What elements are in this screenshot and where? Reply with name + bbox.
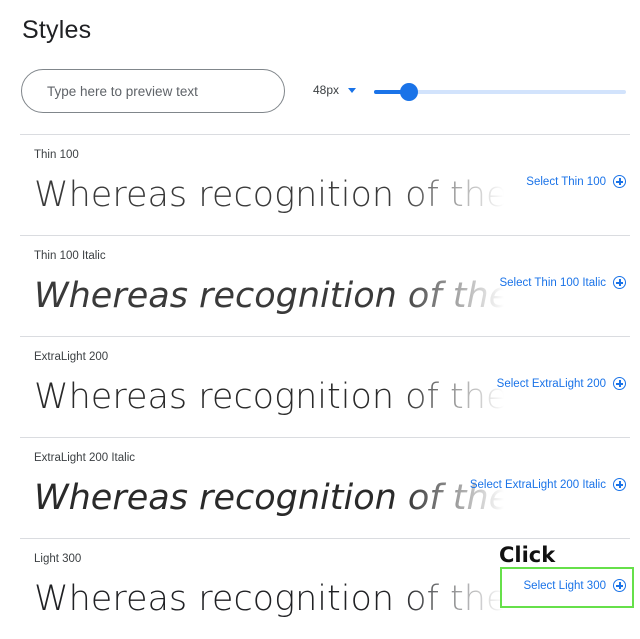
font-size-slider[interactable] <box>374 82 626 102</box>
select-light-300-button[interactable]: Select Light 300 <box>524 579 626 592</box>
style-label: Thin 100 <box>34 149 79 161</box>
style-preview: Whereas recognition of the inherent dign… <box>34 579 504 619</box>
select-thin-100-button[interactable]: Select Thin 100 <box>526 175 626 188</box>
style-preview: Whereas recognition of the inherent dign… <box>34 377 504 417</box>
style-row-extralight-200: ExtraLight 200 Whereas recognition of th… <box>20 337 630 437</box>
style-label: Light 300 <box>34 553 82 565</box>
select-extralight-200-italic-button[interactable]: Select ExtraLight 200 Italic <box>470 478 626 491</box>
select-thin-100-italic-button[interactable]: Select Thin 100 Italic <box>499 276 626 289</box>
add-circle-icon <box>613 478 626 491</box>
add-circle-icon <box>613 579 626 592</box>
add-circle-icon <box>613 377 626 390</box>
style-row-thin-100: Thin 100 Whereas recognition of the inhe… <box>20 135 630 235</box>
select-button-label: Select ExtraLight 200 Italic <box>469 478 606 491</box>
select-extralight-200-button[interactable]: Select ExtraLight 200 <box>497 377 626 390</box>
style-preview: Whereas recognition of the inherent dign… <box>34 276 504 316</box>
font-size-value: 48px <box>313 83 340 97</box>
caret-down-icon <box>348 87 357 93</box>
style-label: ExtraLight 200 Italic <box>34 452 136 464</box>
style-row-thin-100-italic: Thin 100 Italic Whereas recognition of t… <box>20 236 630 336</box>
click-annotation-label: Click <box>499 543 556 567</box>
style-label: ExtraLight 200 <box>34 351 109 363</box>
style-row-extralight-200-italic: ExtraLight 200 Italic Whereas recognitio… <box>20 438 630 538</box>
select-button-label: Select Thin 100 <box>526 175 606 188</box>
style-preview: Whereas recognition of the inherent dign… <box>34 175 504 215</box>
add-circle-icon <box>613 175 626 188</box>
style-label: Thin 100 Italic <box>34 250 106 262</box>
select-button-label: Select ExtraLight 200 <box>496 377 606 390</box>
slider-thumb[interactable] <box>400 83 419 101</box>
select-button-label: Select Light 300 <box>523 579 606 592</box>
style-preview: Whereas recognition of the inherent dign… <box>34 478 504 518</box>
font-size-select[interactable]: 48px <box>313 83 357 97</box>
select-button-label: Select Thin 100 Italic <box>499 276 606 289</box>
preview-text-input[interactable] <box>21 69 285 113</box>
add-circle-icon <box>613 276 626 289</box>
page-title: Styles <box>22 16 92 44</box>
